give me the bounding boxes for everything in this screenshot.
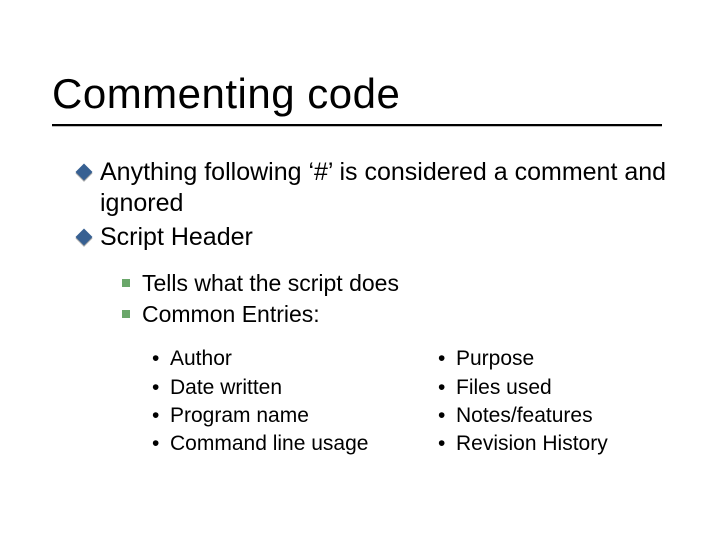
slide-body: Anything following ‘#’ is considered a c… bbox=[0, 127, 720, 459]
dot-bullet-icon: • bbox=[152, 346, 159, 372]
bullet-level2: Common Entries: bbox=[142, 300, 668, 329]
dot-bullet-icon: • bbox=[438, 431, 445, 457]
dot-bullet-icon: • bbox=[438, 346, 445, 372]
diamond-bullet-icon bbox=[78, 231, 90, 243]
square-bullet-icon bbox=[122, 310, 130, 318]
slide-title: Commenting code bbox=[52, 70, 720, 118]
slide: Commenting code Anything following ‘#’ i… bbox=[0, 0, 720, 540]
dot-bullet-icon: • bbox=[152, 431, 159, 457]
title-area: Commenting code bbox=[0, 0, 720, 118]
bullet-level2: Tells what the script does bbox=[142, 269, 668, 298]
bullet-text: Date written bbox=[170, 376, 282, 399]
bullet-text: Tells what the script does bbox=[142, 270, 399, 296]
bullet-level3: • Files used bbox=[454, 375, 684, 401]
bullet-level3: • Date written bbox=[168, 375, 398, 401]
bullet-text: Program name bbox=[170, 404, 309, 427]
level3-columns: • Author • Date written • Program name •… bbox=[142, 330, 668, 459]
bullet-level1: Anything following ‘#’ is considered a c… bbox=[100, 157, 668, 220]
bullet-level3: • Author bbox=[168, 346, 398, 372]
bullet-level3: • Purpose bbox=[454, 346, 684, 372]
bullet-text: Author bbox=[170, 347, 232, 370]
dot-bullet-icon: • bbox=[438, 375, 445, 401]
bullet-level1: Script Header bbox=[100, 222, 668, 253]
bullet-level3: • Notes/features bbox=[454, 403, 684, 429]
dot-bullet-icon: • bbox=[152, 403, 159, 429]
bullet-text: Purpose bbox=[456, 347, 534, 370]
bullet-text: Revision History bbox=[456, 432, 608, 455]
square-bullet-icon bbox=[122, 279, 130, 287]
diamond-bullet-icon bbox=[78, 166, 90, 178]
bullet-level3: • Program name bbox=[168, 403, 398, 429]
bullet-text: Notes/features bbox=[456, 404, 593, 427]
bullet-level3: • Revision History bbox=[454, 431, 684, 457]
bullet-text: Anything following ‘#’ is considered a c… bbox=[100, 158, 666, 217]
bullet-text: Files used bbox=[456, 376, 552, 399]
bullet-text: Script Header bbox=[100, 223, 253, 251]
bullet-level3: • Command line usage bbox=[168, 431, 398, 457]
entries-left-column: • Author • Date written • Program name •… bbox=[168, 346, 398, 459]
bullet-text: Common Entries: bbox=[142, 301, 320, 327]
dot-bullet-icon: • bbox=[152, 375, 159, 401]
level2-list: Tells what the script does Common Entrie… bbox=[100, 255, 668, 460]
bullet-text: Command line usage bbox=[170, 432, 368, 455]
dot-bullet-icon: • bbox=[438, 403, 445, 429]
entries-right-column: • Purpose • Files used • Notes/features … bbox=[454, 346, 684, 459]
